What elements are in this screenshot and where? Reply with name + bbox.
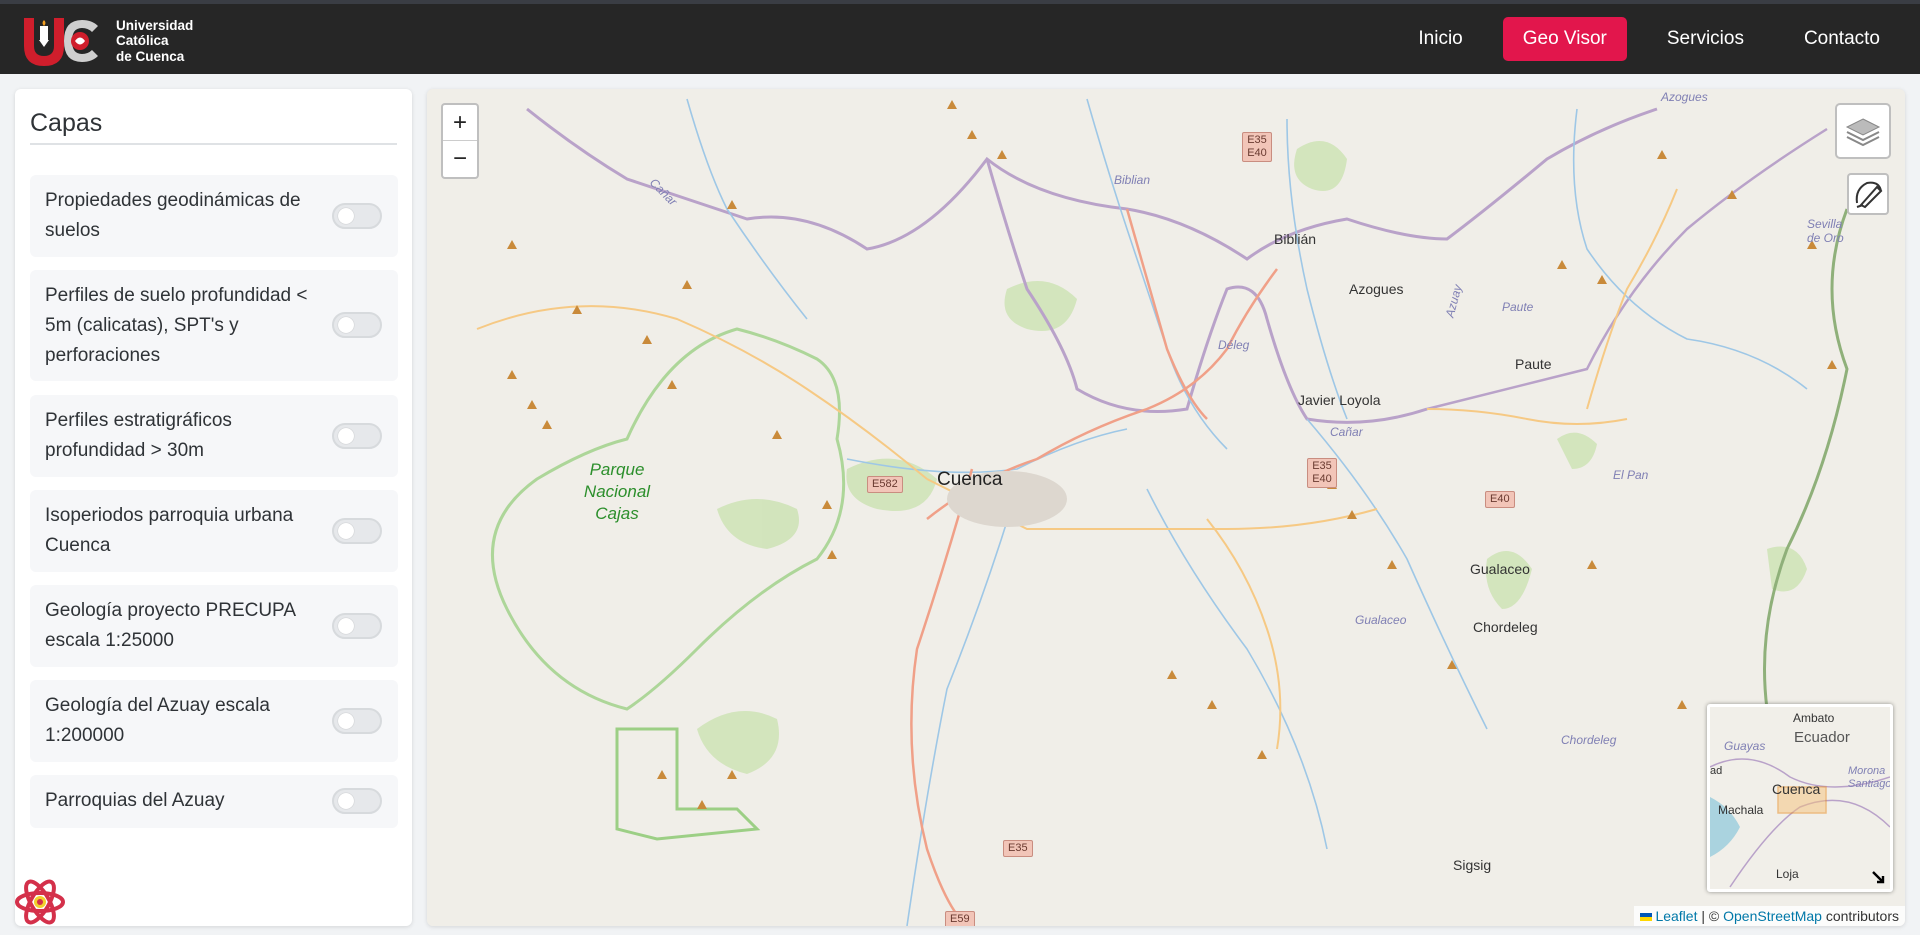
place-javier-loyola: Javier Loyola (1298, 392, 1381, 408)
layer-item-estratigraficos: Perfiles estratigráficos profundidad > 3… (30, 395, 398, 477)
brand[interactable]: Universidad Católica de Cuenca (20, 14, 193, 68)
draw-tool-button[interactable] (1847, 173, 1889, 215)
university-logo (24, 18, 98, 66)
layer-label: Geología proyecto PRECUPA escala 1:25000 (45, 600, 295, 651)
zoom-out-button[interactable]: − (443, 141, 477, 177)
layer-item-isoperiodos: Isoperiodos parroquia urbana Cuenca (30, 490, 398, 572)
place-gualaceo: Gualaceo (1470, 561, 1530, 577)
layer-item-geologia-azuay: Geología del Azuay escala 1:200000 (30, 680, 398, 762)
brand-line-2: Católica (116, 33, 169, 49)
title-divider (30, 143, 397, 145)
minimap-toggle-icon[interactable] (1870, 869, 1886, 885)
minimap-ecuador: Ecuador (1794, 729, 1850, 746)
place-paute: Paute (1515, 356, 1552, 372)
layer-label: Propiedades geodinámicas de suelos (45, 190, 301, 241)
layer-label: Perfiles estratigráficos profundidad > 3… (45, 410, 232, 461)
label-gualaceo-river: Gualaceo (1355, 613, 1407, 627)
label-biblian-river: Biblian (1114, 173, 1151, 187)
label-canar-mid: Cañar (1330, 425, 1363, 439)
layer-item-geodinamicas: Propiedades geodinámicas de suelos (30, 175, 398, 257)
brand-line-1: Universidad (116, 17, 194, 33)
zoom-control: + − (441, 103, 479, 179)
place-sigsig: Sigsig (1453, 857, 1492, 873)
layer-toggle-parroquias[interactable] (332, 788, 382, 814)
attribution-separator: | © (1701, 908, 1720, 924)
shield-e35-e40-mid: E35 E40 (1307, 458, 1337, 488)
main-nav: Inicio Geo Visor Servicios Contacto (1398, 4, 1920, 74)
layers-icon (1845, 118, 1881, 147)
attribution-suffix: contributors (1825, 908, 1899, 924)
layer-item-parroquias: Parroquias del Azuay (30, 775, 398, 828)
osm-link[interactable]: OpenStreetMap (1723, 908, 1822, 924)
layer-label: Isoperiodos parroquia urbana Cuenca (45, 505, 294, 556)
layer-toggle-estratigraficos[interactable] (332, 423, 382, 449)
shield-e582: E582 (867, 476, 903, 493)
label-azogues-top: Azogues (1661, 90, 1708, 104)
nav-servicios[interactable]: Servicios (1647, 17, 1764, 61)
layer-toggle-precupa[interactable] (332, 613, 382, 639)
label-el-pan: El Pan (1613, 468, 1649, 482)
map-attribution: Leaflet | © OpenStreetMap contributors (1633, 906, 1905, 926)
nav-inicio[interactable]: Inicio (1398, 17, 1482, 61)
brand-text: Universidad Católica de Cuenca (116, 18, 193, 65)
label-deleg: Déleg (1218, 338, 1250, 352)
minimap-loja: Loja (1776, 867, 1799, 881)
layers-panel-title: Capas (30, 109, 103, 137)
minimap-guayas: Guayas (1724, 739, 1766, 753)
shield-e59: E59 (945, 911, 975, 926)
minimap-ad: ad (1710, 765, 1723, 777)
layer-toggle-geologia-azuay[interactable] (332, 708, 382, 734)
layer-label: Perfiles de suelo profundidad < 5m (cali… (45, 285, 308, 366)
layer-toggle-isoperiodos[interactable] (332, 518, 382, 544)
layer-toggle-perfiles-suelo[interactable] (332, 312, 382, 338)
minimap-ambato: Ambato (1793, 711, 1835, 725)
ukraine-flag-icon (1639, 913, 1652, 922)
minimap-cuenca: Cuenca (1772, 781, 1821, 797)
brand-line-3: de Cuenca (116, 48, 185, 64)
shield-e40: E40 (1485, 491, 1515, 508)
place-cuenca: Cuenca (937, 469, 1003, 490)
nav-geo-visor[interactable]: Geo Visor (1502, 17, 1627, 61)
label-sevilla-de-oro: Sevilla de Oro (1807, 217, 1844, 245)
place-azogues: Azogues (1349, 281, 1404, 297)
minimap[interactable]: Ambato Ecuador Guayas Cuenca Machala Loj… (1707, 704, 1893, 892)
layer-label: Geología del Azuay escala 1:200000 (45, 695, 270, 746)
label-chordeleg-river: Chordeleg (1561, 733, 1617, 747)
shield-e35-e40-top: E35 E40 (1242, 132, 1272, 162)
place-chordeleg: Chordeleg (1473, 619, 1538, 635)
minimap-morona: Morona Santiago (1848, 765, 1892, 790)
layer-item-precupa: Geología proyecto PRECUPA escala 1:25000 (30, 585, 398, 667)
minimap-machala: Machala (1718, 803, 1764, 817)
nav-contacto[interactable]: Contacto (1784, 17, 1900, 61)
react-devtools-icon[interactable] (14, 876, 66, 928)
top-navbar: Universidad Católica de Cuenca Inicio Ge… (0, 0, 1920, 74)
map-viewer[interactable]: Cuenca Biblián Azogues Javier Loyola Pau… (427, 89, 1905, 926)
label-paute-river: Paute (1502, 300, 1534, 314)
zoom-in-button[interactable]: + (443, 105, 477, 141)
layers-panel: Capas Propiedades geodinámicas de suelos… (15, 89, 412, 926)
place-biblian: Biblián (1274, 231, 1317, 247)
place-parque-cajas: Parque Nacional Cajas (583, 460, 651, 523)
shield-e35: E35 (1003, 840, 1033, 857)
leaflet-link[interactable]: Leaflet (1655, 908, 1697, 924)
layer-item-perfiles-suelo: Perfiles de suelo profundidad < 5m (cali… (30, 270, 398, 381)
layer-switcher-button[interactable] (1835, 103, 1891, 159)
draw-polygon-icon (1855, 181, 1883, 209)
layer-label: Parroquias del Azuay (45, 790, 225, 811)
layer-toggle-geodinamicas[interactable] (332, 203, 382, 229)
